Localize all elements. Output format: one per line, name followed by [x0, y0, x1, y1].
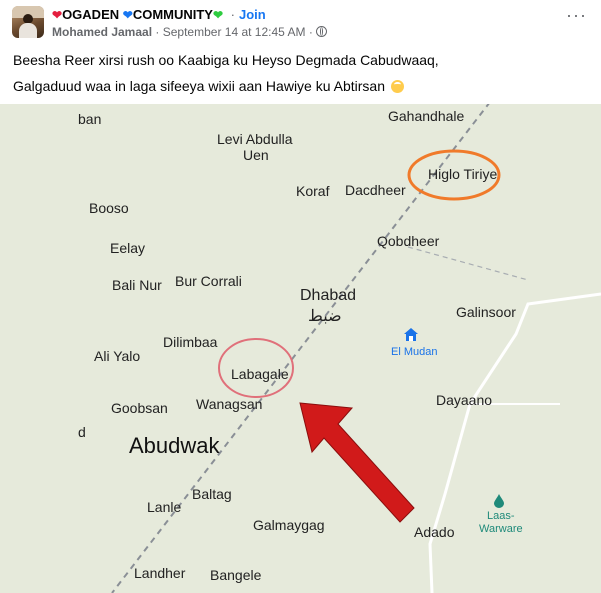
group-avatar[interactable]: [12, 6, 44, 38]
meta-dot-2: ·: [308, 25, 313, 39]
post-text-line-2: Galgaduud waa in laga sifeeya wixii aan …: [13, 78, 404, 94]
red-arrow: [299, 402, 415, 523]
author-name[interactable]: Mohamed Jamaal: [52, 25, 152, 39]
orange-highlight-circle: [407, 149, 501, 201]
meta-dot: ·: [155, 25, 160, 39]
annotations: [218, 149, 501, 523]
map-image[interactable]: ban Gahandhale Levi Abdulla Uen Higlo Ti…: [0, 104, 601, 593]
globe-icon: [315, 26, 327, 37]
red-highlight-circle: [218, 338, 294, 398]
smirk-emoji-icon: [390, 80, 404, 93]
post-text-line-2-text: Galgaduud waa in laga sifeeya wixii aan …: [13, 78, 385, 94]
group-title-line: ❤OGADEN ❤COMMUNITY❤ · Join: [52, 7, 266, 22]
post-timestamp[interactable]: September 14 at 12:45 AM: [163, 25, 306, 39]
red-heart-icon: ❤: [52, 8, 63, 22]
group-name[interactable]: OGADEN: [62, 7, 119, 22]
post-meta: Mohamed Jamaal · September 14 at 12:45 A…: [52, 25, 327, 39]
separator-dot: ·: [230, 7, 236, 22]
group-name-2[interactable]: COMMUNITY: [133, 7, 213, 22]
post-text-line-1: Beesha Reer xirsi rush oo Kaabiga ku Hey…: [13, 52, 439, 68]
post-header: ❤OGADEN ❤COMMUNITY❤ · Join Mohamed Jamaal…: [0, 0, 601, 44]
more-options-button[interactable]: ···: [566, 6, 587, 24]
green-heart-icon: ❤: [212, 8, 224, 22]
join-button[interactable]: Join: [239, 7, 266, 22]
blue-heart-icon: ❤: [122, 8, 133, 22]
